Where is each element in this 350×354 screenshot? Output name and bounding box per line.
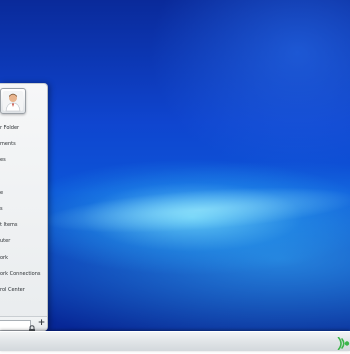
- add-button[interactable]: +: [37, 318, 46, 329]
- menu-item-label: t Items: [0, 222, 18, 229]
- menu-item-network[interactable]: ork: [0, 250, 47, 266]
- menu-item-label: uter: [0, 238, 11, 245]
- user-avatar[interactable]: [0, 88, 26, 114]
- start-search-input[interactable]: [0, 320, 31, 331]
- menu-item-label: ork: [0, 254, 9, 261]
- menu-item-recent-items[interactable]: t Items: [0, 217, 47, 233]
- menu-item-control-center[interactable]: rol Center: [0, 282, 47, 298]
- menu-item-s[interactable]: s: [0, 201, 47, 217]
- menu-item-documents[interactable]: ments: [0, 136, 47, 152]
- menu-item-pictures[interactable]: es: [0, 152, 47, 168]
- menu-item-label: r Folder: [0, 125, 20, 131]
- menu-item-label: s: [0, 205, 3, 212]
- taskbar: [0, 331, 350, 351]
- start-menu-bottom-bar: +: [0, 316, 47, 331]
- start-menu-items: r Folder ments es e s t Items uter ork o…: [0, 120, 47, 298]
- menu-item-blank[interactable]: [0, 169, 47, 185]
- menu-item-label: ments: [0, 141, 16, 148]
- menu-item-label: rol Center: [0, 286, 25, 293]
- network-tray-button[interactable]: [336, 335, 350, 351]
- lock-button[interactable]: [28, 319, 36, 331]
- menu-item-label: e: [0, 189, 4, 196]
- menu-item-label: es: [0, 157, 6, 164]
- menu-item-network-connections[interactable]: ork Connections: [0, 266, 47, 282]
- menu-item-e[interactable]: e: [0, 185, 47, 201]
- start-menu: r Folder ments es e s t Items uter ork o…: [0, 83, 48, 331]
- network-signal-icon: [337, 336, 350, 351]
- menu-item-home-folder[interactable]: r Folder: [0, 120, 47, 136]
- menu-item-label: ork Connections: [0, 270, 41, 277]
- user-avatar-icon: [3, 91, 23, 112]
- desktop-wallpaper: [0, 0, 350, 350]
- menu-item-computer[interactable]: uter: [0, 233, 47, 249]
